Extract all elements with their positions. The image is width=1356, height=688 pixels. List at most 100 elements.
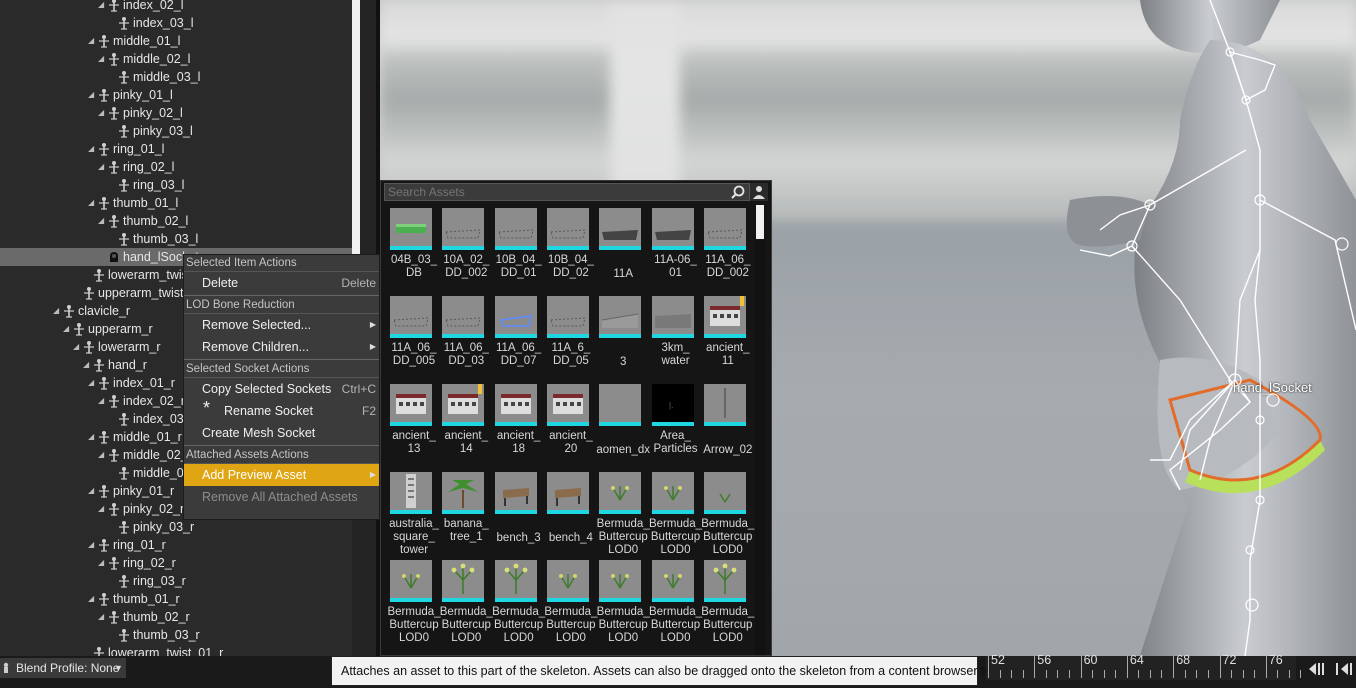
tree-row-bone[interactable]: ◢ ring_02_l (0, 158, 352, 176)
tree-row-bone[interactable]: ◢ thumb_02_l (0, 212, 352, 230)
asset-tile[interactable]: 3km_ water (651, 296, 704, 382)
tree-row-bone[interactable]: index_03_l (0, 14, 352, 32)
asset-tile[interactable]: Bermuda_ Buttercup LOD0 (387, 560, 442, 646)
expand-arrow-icon[interactable]: ◢ (63, 320, 69, 338)
asset-tile[interactable]: 11A_6_ DD_05 (546, 296, 599, 382)
asset-tile[interactable]: ancient_ 13 (390, 384, 442, 470)
expand-arrow-icon[interactable]: ◢ (98, 608, 104, 626)
asset-tile[interactable]: ancient_ 14 (442, 384, 494, 470)
tree-row-bone[interactable]: thumb_03_r (0, 626, 352, 644)
asset-tile[interactable]: 11A_06_ DD_07 (494, 296, 547, 382)
expand-arrow-icon[interactable]: ◢ (98, 50, 104, 68)
tree-row-bone[interactable]: ◢ thumb_01_r (0, 590, 352, 608)
tree-row-bone[interactable]: ring_03_r (0, 572, 352, 590)
asset-search-input[interactable] (388, 184, 718, 200)
asset-tile[interactable]: 3 (599, 296, 651, 382)
asset-tile[interactable]: bench_4 (546, 472, 599, 558)
transport-controls[interactable] (1306, 658, 1356, 680)
asset-tile[interactable]: Bermuda_ Buttercup LOD0 (701, 472, 756, 558)
asset-tile[interactable]: Bermuda_ Buttercup LOD0 (649, 472, 704, 558)
expand-arrow-icon[interactable]: ◢ (88, 482, 94, 500)
asset-tile[interactable]: Bermuda_ Buttercup LOD0 (440, 560, 494, 646)
tree-row-bone[interactable]: ◢ index_02_l (0, 0, 352, 14)
timeline-ruler[interactable]: 52 56 60 64 68 72 76 (986, 653, 1302, 680)
menu-item-copy-selected-sockets[interactable]: Copy Selected Sockets Ctrl+C (184, 378, 379, 400)
tree-row-bone[interactable]: lowerarm_twist_01_r (0, 644, 352, 656)
asset-tile[interactable]: Bermuda_ Buttercup LOD0 (701, 560, 756, 646)
asset-thumbnail (442, 560, 485, 602)
expand-arrow-icon[interactable]: ◢ (88, 194, 94, 212)
menu-item-rename-socket[interactable]: * Rename Socket F2 (184, 398, 379, 422)
asset-tile[interactable]: 10B_04_ DD_01 (494, 208, 547, 294)
expand-arrow-icon[interactable]: ◢ (98, 0, 104, 14)
asset-search-box[interactable] (384, 183, 750, 201)
asset-tile[interactable]: Arrow_02 (703, 384, 756, 470)
expand-arrow-icon[interactable]: ◢ (98, 392, 104, 410)
expand-arrow-icon[interactable]: ◢ (88, 374, 94, 392)
expand-arrow-icon[interactable]: ◢ (88, 590, 94, 608)
tree-row-bone[interactable]: ◢ middle_02_l (0, 50, 352, 68)
tree-row-bone[interactable]: ring_03_l (0, 176, 352, 194)
expand-arrow-icon[interactable]: ◢ (53, 302, 59, 320)
previous-frame-icon[interactable] (1309, 663, 1324, 675)
asset-tile[interactable]: 11A_06_ DD_03 (442, 296, 494, 382)
expand-arrow-icon[interactable]: ◢ (83, 356, 89, 374)
tree-row-bone[interactable]: ◢ ring_02_r (0, 554, 352, 572)
tree-row-bone[interactable]: ◢ ring_01_l (0, 140, 352, 158)
asset-tile[interactable]: Bermuda_ Buttercup LOD0 (649, 560, 704, 646)
tree-row-bone[interactable]: ◢ pinky_02_l (0, 104, 352, 122)
view-options-button[interactable] (750, 183, 768, 201)
expand-arrow-icon[interactable]: ◢ (88, 32, 94, 50)
asset-tile[interactable]: 11A_06_ DD_005 (390, 296, 442, 382)
asset-tile[interactable]: ancient_ 11 (703, 296, 756, 382)
tree-row-bone[interactable]: ◢ thumb_02_r (0, 608, 352, 626)
menu-item-remove-children[interactable]: Remove Children... ▶ (184, 336, 379, 358)
asset-tile[interactable]: 10A_02_ DD_002 (442, 208, 494, 294)
asset-tile[interactable]: bench_3 (494, 472, 547, 558)
expand-arrow-icon[interactable]: ◢ (98, 104, 104, 122)
tree-row-bone[interactable]: ◢ thumb_01_l (0, 194, 352, 212)
menu-item-add-preview-asset[interactable]: Add Preview Asset ▶ (184, 464, 379, 486)
asset-tile[interactable]: 11A-06_ 01 (651, 208, 704, 294)
menu-item-delete[interactable]: Delete Delete (184, 272, 379, 294)
asset-tile[interactable]: ancient_ 20 (546, 384, 599, 470)
blend-profile-dropdown[interactable]: Blend Profile: None ▼ (0, 658, 126, 678)
asset-tile[interactable]: Bermuda_ Buttercup LOD0 (597, 560, 651, 646)
asset-grid-scrollbar-thumb[interactable] (756, 205, 764, 239)
asset-tile[interactable]: Bermuda_ Buttercup LOD0 (544, 560, 599, 646)
asset-tile[interactable]: Bermuda_ Buttercup LOD0 (597, 472, 651, 558)
expand-arrow-icon[interactable]: ◢ (98, 554, 104, 572)
menu-item-remove-selected[interactable]: Remove Selected... ▶ (184, 314, 379, 336)
search-icon[interactable] (731, 185, 745, 199)
tree-row-bone[interactable]: pinky_03_r (0, 518, 352, 536)
asset-tile[interactable]: |. Area_ Particles (651, 384, 704, 470)
asset-tile[interactable]: 11A (599, 208, 651, 294)
expand-arrow-icon[interactable]: ◢ (88, 86, 94, 104)
asset-tile[interactable]: Bermuda_ Buttercup LOD0 (492, 560, 547, 646)
tree-row-bone[interactable]: pinky_03_l (0, 122, 352, 140)
tree-row-bone[interactable]: ◢ middle_01_l (0, 32, 352, 50)
asset-tile[interactable]: australia_ square_ tower (389, 472, 442, 558)
expand-arrow-icon[interactable]: ◢ (98, 500, 104, 518)
tree-scrollbar-thumb[interactable] (352, 0, 360, 256)
asset-tile[interactable]: 04B_03_ DB (390, 208, 442, 294)
asset-tile[interactable]: 10B_04_ DD_02 (546, 208, 599, 294)
asset-tile[interactable]: banana_ tree_1 (442, 472, 494, 558)
tree-row-bone[interactable]: ◢ pinky_01_l (0, 86, 352, 104)
tree-row-bone[interactable]: middle_03_l (0, 68, 352, 86)
tree-row-bone[interactable]: thumb_03_l (0, 230, 352, 248)
expand-arrow-icon[interactable]: ◢ (88, 428, 94, 446)
asset-tile[interactable]: ancient_ 18 (494, 384, 547, 470)
asset-tile[interactable]: aomen_dx (596, 384, 651, 470)
expand-arrow-icon[interactable]: ◢ (88, 536, 94, 554)
expand-arrow-icon[interactable]: ◢ (98, 446, 104, 464)
tree-row-bone[interactable]: ◢ ring_01_r (0, 536, 352, 554)
expand-arrow-icon[interactable]: ◢ (98, 158, 104, 176)
expand-arrow-icon[interactable]: ◢ (88, 140, 94, 158)
asset-tile[interactable]: 11A_06_ DD_002 (703, 208, 756, 294)
step-back-icon[interactable] (1336, 663, 1352, 675)
asset-grid-scrollbar[interactable] (755, 205, 765, 655)
expand-arrow-icon[interactable]: ◢ (73, 338, 79, 356)
expand-arrow-icon[interactable]: ◢ (98, 212, 104, 230)
menu-item-create-mesh-socket[interactable]: Create Mesh Socket (184, 422, 379, 444)
